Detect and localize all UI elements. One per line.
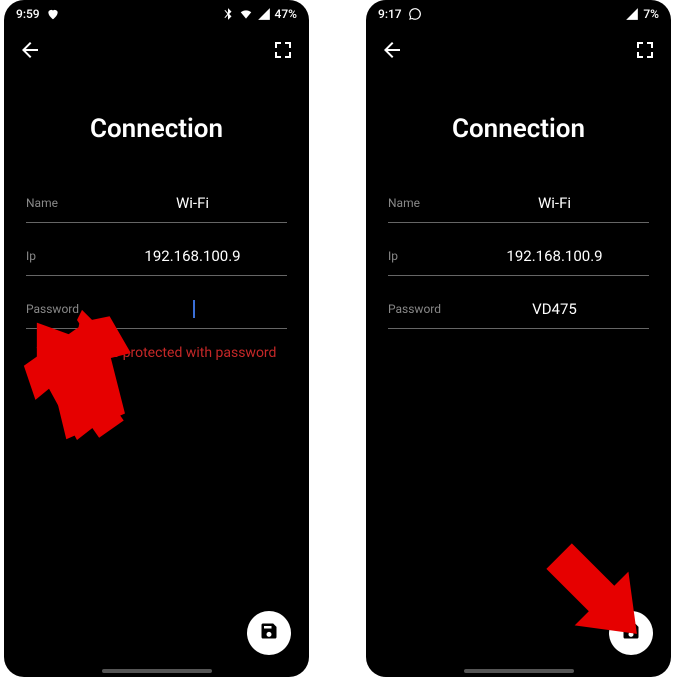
nav-handle [102,669,212,673]
nav-handle [464,669,574,673]
bluetooth-icon [221,7,235,21]
back-button[interactable] [380,38,404,62]
password-field-row: Password VD475 [388,292,649,329]
password-warning: This server is protected with password [26,345,287,361]
ip-label: Ip [388,249,460,263]
save-button[interactable] [247,611,291,655]
password-field-row: Password [26,292,287,329]
password-label: Password [26,302,98,316]
ip-input[interactable]: 192.168.100.9 [460,247,649,265]
signal-icon [257,7,271,21]
ip-field-row: Ip 192.168.100.9 [26,239,287,276]
heart-icon [46,7,60,21]
phone-screen-left: 9:59 47% Connection Name [4,0,309,677]
whatsapp-icon [408,7,422,21]
fullscreen-icon[interactable] [271,38,295,62]
save-button[interactable] [609,611,653,655]
status-time: 9:17 [378,7,402,21]
phone-screen-right: 9:17 7% Connection Name Wi-Fi Ip 192.168… [366,0,671,677]
save-icon [259,621,279,645]
status-bar: 9:17 7% [366,0,671,24]
name-label: Name [388,196,460,210]
connection-form: Name Wi-Fi Ip 192.168.100.9 Password Thi… [4,186,309,361]
ip-field-row: Ip 192.168.100.9 [388,239,649,276]
password-input[interactable]: VD475 [460,300,649,318]
ip-input[interactable]: 192.168.100.9 [98,247,287,265]
password-input[interactable] [98,300,287,318]
signal-icon [625,7,639,21]
connection-form: Name Wi-Fi Ip 192.168.100.9 Password VD4… [366,186,671,329]
status-battery: 47% [275,7,297,21]
status-bar: 9:59 47% [4,0,309,24]
wifi-icon [239,7,253,21]
back-button[interactable] [18,38,42,62]
app-bar [4,24,309,68]
status-battery: 7% [643,7,659,21]
name-input[interactable]: Wi-Fi [460,194,649,212]
status-time: 9:59 [16,7,40,21]
name-field-row: Name Wi-Fi [388,186,649,223]
page-title: Connection [4,114,309,144]
name-input[interactable]: Wi-Fi [98,194,287,212]
page-title: Connection [366,114,671,144]
name-label: Name [26,196,98,210]
name-field-row: Name Wi-Fi [26,186,287,223]
app-bar [366,24,671,68]
password-label: Password [388,302,460,316]
ip-label: Ip [26,249,98,263]
save-icon [621,621,641,645]
fullscreen-icon[interactable] [633,38,657,62]
